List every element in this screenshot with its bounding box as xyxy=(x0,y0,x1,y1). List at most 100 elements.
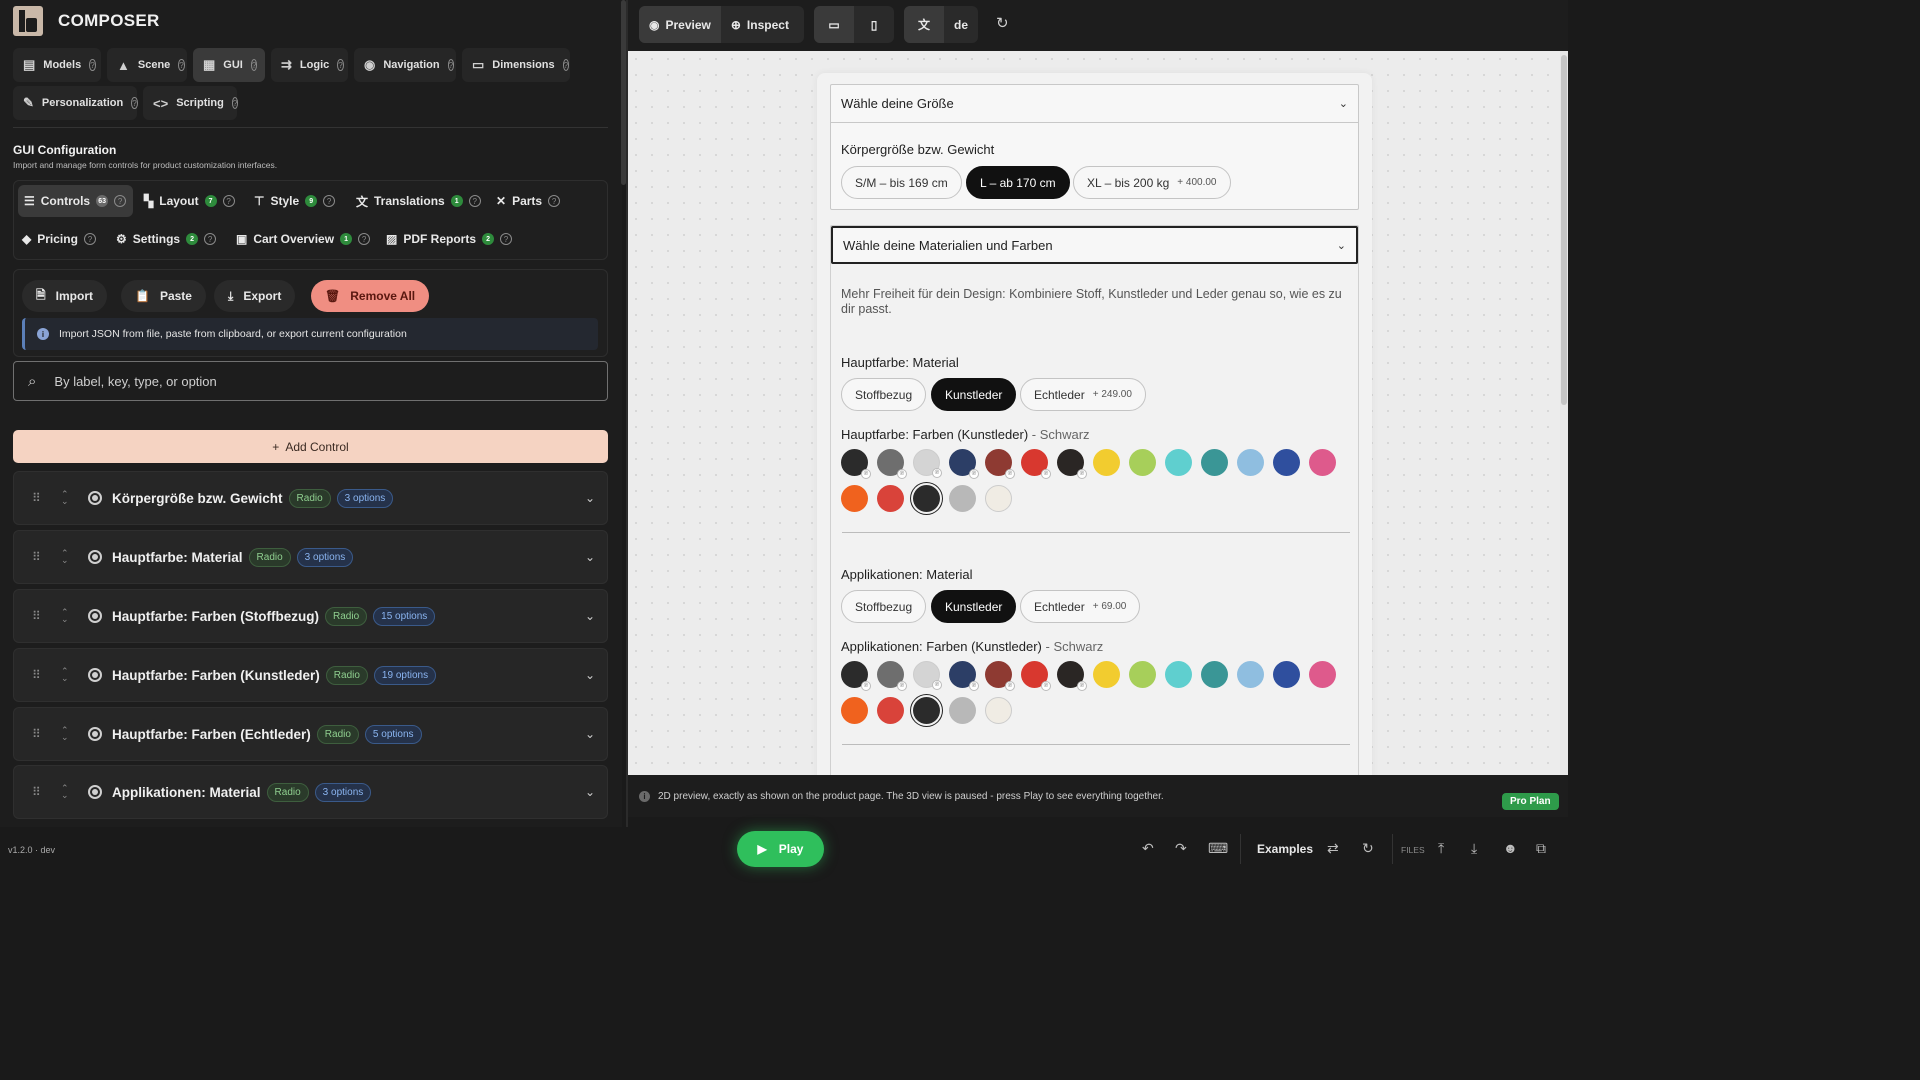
main-material-option[interactable]: Echtleder + 249.00 xyxy=(1020,378,1146,411)
color-swatch[interactable]: ℗ xyxy=(949,661,979,691)
color-swatch[interactable] xyxy=(1273,661,1300,688)
drag-handle-icon[interactable]: ⠿ xyxy=(32,550,41,564)
control-item[interactable]: ⠿ ⌃ ⌄ Applikationen: Material Radio 3 option… xyxy=(13,765,608,819)
drag-handle-icon[interactable]: ⠿ xyxy=(32,609,41,623)
plan-badge[interactable]: Pro Plan xyxy=(1502,793,1559,810)
color-swatch[interactable] xyxy=(1129,449,1156,476)
preview-scrollbar-thumb[interactable] xyxy=(1561,55,1567,405)
color-swatch[interactable] xyxy=(1237,449,1264,476)
sort-icon[interactable]: ⌃ ⌄ xyxy=(61,726,69,742)
control-item[interactable]: ⠿ ⌃ ⌄ Hauptfarbe: Farben (Stoffbezug) Radio… xyxy=(13,589,608,643)
upload-icon[interactable]: ⤒ xyxy=(1438,840,1444,857)
subtab-settings[interactable]: ⚙ Settings 2? xyxy=(110,223,222,255)
color-swatch[interactable] xyxy=(1093,449,1120,476)
color-swatch[interactable] xyxy=(913,485,940,512)
app-material-option[interactable]: Stoffbezug xyxy=(841,590,927,623)
color-swatch[interactable] xyxy=(1201,449,1228,476)
help-icon[interactable]: ? xyxy=(178,59,185,71)
drag-handle-icon[interactable]: ⠿ xyxy=(32,727,41,741)
app-material-option[interactable]: Echtleder + 69.00 xyxy=(1020,590,1141,623)
language-select[interactable]: de xyxy=(944,6,978,43)
subtab-translations[interactable]: 文 Translations 1? xyxy=(350,185,487,217)
swap-icon[interactable]: ⇄ xyxy=(1327,840,1339,857)
color-swatch[interactable] xyxy=(1129,661,1156,688)
translate-button[interactable]: 文 xyxy=(904,6,944,43)
color-swatch[interactable] xyxy=(841,697,868,724)
paste-button[interactable]: 📋 Paste xyxy=(121,280,206,312)
help-icon[interactable]: ? xyxy=(250,59,258,71)
help-icon[interactable]: ? xyxy=(562,59,570,71)
chevron-down-icon[interactable]: ⌄ xyxy=(585,550,595,564)
tab-scripting[interactable]: <> Scripting? xyxy=(143,86,239,120)
color-swatch[interactable] xyxy=(985,485,1012,512)
color-swatch[interactable]: ℗ xyxy=(1021,449,1051,479)
tab-logic[interactable]: ⇉ Logic? xyxy=(271,48,348,82)
subtab-controls[interactable]: ☰ Controls 63? xyxy=(18,185,133,217)
color-swatch[interactable] xyxy=(949,697,976,724)
size-option[interactable]: XL – bis 200 kg + 400.00 xyxy=(1073,166,1231,199)
chevron-down-icon[interactable]: ⌄ xyxy=(585,727,595,741)
color-swatch[interactable] xyxy=(949,485,976,512)
mobile-button[interactable]: ▯ xyxy=(854,6,894,43)
copy-icon[interactable]: ⧉ xyxy=(1536,840,1546,857)
subtab-style[interactable]: ⊤ Style 9? xyxy=(248,185,341,217)
color-swatch[interactable]: ℗ xyxy=(913,661,942,690)
main-material-option-selected[interactable]: Kunstleder xyxy=(931,378,1017,411)
help-icon[interactable]: ? xyxy=(468,195,481,207)
sort-icon[interactable]: ⌃ ⌄ xyxy=(61,784,69,800)
sort-icon[interactable]: ⌃ ⌄ xyxy=(61,608,69,624)
examples-button[interactable]: Examples xyxy=(1257,842,1313,856)
color-swatch[interactable]: ℗ xyxy=(949,449,979,479)
tab-gui[interactable]: ▦ GUI? xyxy=(193,48,265,82)
color-swatch[interactable] xyxy=(877,697,904,724)
user-icon[interactable]: ☻ xyxy=(1503,840,1518,856)
color-swatch[interactable] xyxy=(913,697,940,724)
color-swatch[interactable] xyxy=(1273,449,1300,476)
export-button[interactable]: ⤓ Export xyxy=(214,280,296,312)
color-swatch[interactable]: ℗ xyxy=(985,449,1015,479)
color-swatch[interactable] xyxy=(985,697,1012,724)
help-icon[interactable]: ? xyxy=(131,97,138,109)
chevron-down-icon[interactable]: ⌄ xyxy=(585,491,595,505)
color-swatch[interactable] xyxy=(1093,661,1120,688)
size-option-selected[interactable]: L – ab 170 cm xyxy=(966,166,1070,199)
color-swatch[interactable] xyxy=(1201,661,1228,688)
color-swatch[interactable] xyxy=(1165,661,1192,688)
subtab-pricing[interactable]: ◆ Pricing? xyxy=(16,223,102,255)
help-icon[interactable]: ? xyxy=(89,59,96,71)
main-material-option[interactable]: Stoffbezug xyxy=(841,378,927,411)
help-icon[interactable]: ? xyxy=(323,195,336,207)
help-icon[interactable]: ? xyxy=(231,97,239,109)
tab-models[interactable]: ▤ Models? xyxy=(13,48,101,82)
color-swatch[interactable]: ℗ xyxy=(1021,661,1051,691)
undo-icon[interactable]: ↶ xyxy=(1142,840,1154,857)
control-item[interactable]: ⠿ ⌃ ⌄ Hauptfarbe: Farben (Kunstleder) Radio… xyxy=(13,648,608,702)
reset-icon[interactable]: ↻ xyxy=(1362,840,1374,857)
chevron-down-icon[interactable]: ⌄ xyxy=(585,668,595,682)
inspect-button[interactable]: ⊕ Inspect xyxy=(721,6,799,43)
size-accordion-header[interactable]: Wähle deine Größe ⌄ xyxy=(831,85,1358,123)
chevron-down-icon[interactable]: ⌄ xyxy=(585,609,595,623)
color-swatch[interactable]: ℗ xyxy=(841,449,871,479)
color-swatch[interactable] xyxy=(877,485,904,512)
help-icon[interactable]: ? xyxy=(222,195,235,207)
chevron-down-icon[interactable]: ⌄ xyxy=(585,785,595,799)
color-swatch[interactable]: ℗ xyxy=(1057,449,1087,479)
color-swatch[interactable]: ℗ xyxy=(1057,661,1087,691)
search-input[interactable] xyxy=(54,373,535,389)
sort-icon[interactable]: ⌃ ⌄ xyxy=(61,549,69,565)
desktop-button[interactable]: ▭ xyxy=(814,6,854,43)
add-control-button[interactable]: + Add Control xyxy=(13,430,608,463)
help-icon[interactable]: ? xyxy=(358,233,371,245)
color-swatch[interactable] xyxy=(841,485,868,512)
color-swatch[interactable]: ℗ xyxy=(913,449,942,478)
subtab-parts[interactable]: ✕ Parts? xyxy=(490,185,566,217)
color-swatch[interactable] xyxy=(1309,661,1336,688)
subtab-layout[interactable]: ▚ Layout 7? xyxy=(138,185,241,217)
tab-scene[interactable]: ▲ Scene? xyxy=(107,48,187,82)
download-icon[interactable]: ⤓ xyxy=(1471,840,1477,857)
help-icon[interactable]: ? xyxy=(337,59,344,71)
subtab-pdf-reports[interactable]: ▨ PDF Reports 2? xyxy=(380,223,518,255)
refresh-icon[interactable]: ↻ xyxy=(996,14,1009,32)
drag-handle-icon[interactable]: ⠿ xyxy=(32,668,41,682)
